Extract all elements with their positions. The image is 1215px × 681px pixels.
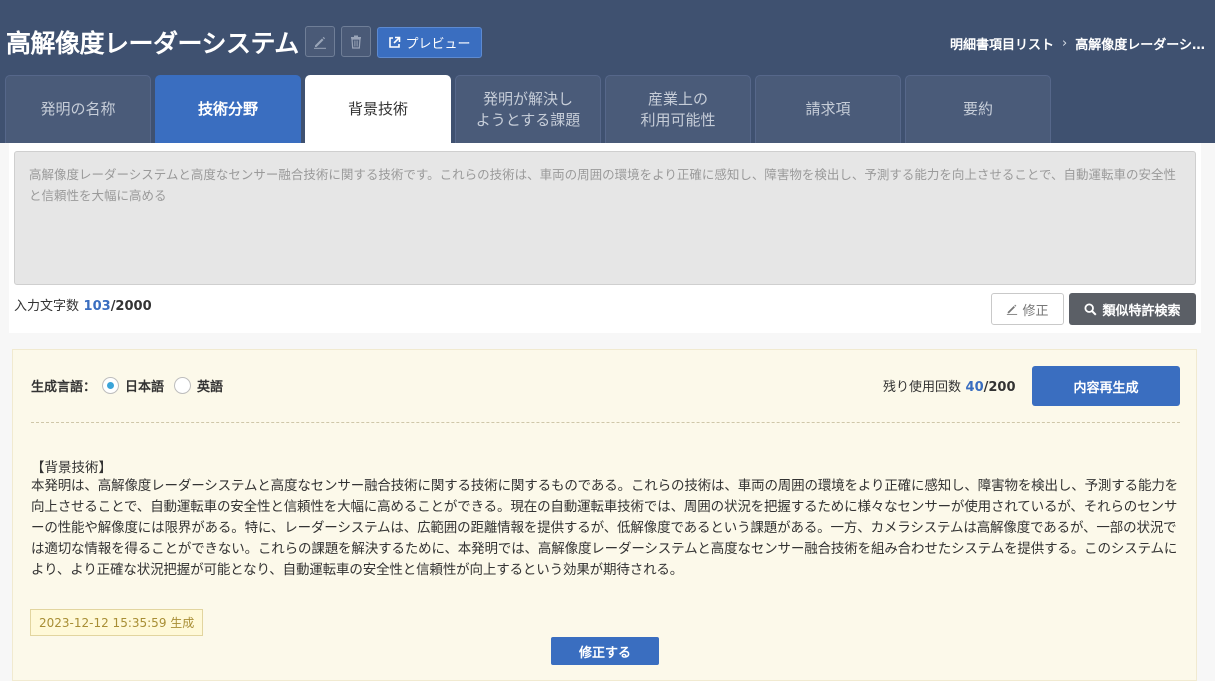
breadcrumb-parent[interactable]: 明細書項目リスト bbox=[950, 34, 1054, 53]
tab-label: 技術分野 bbox=[197, 100, 258, 119]
regenerate-button[interactable]: 内容再生成 bbox=[1032, 366, 1180, 406]
external-link-icon bbox=[389, 36, 401, 48]
radio-english-label[interactable]: 英語 bbox=[197, 376, 223, 395]
breadcrumb: 明細書項目リスト › 高解像度レーダーシ… bbox=[950, 34, 1205, 53]
trash-icon bbox=[351, 35, 361, 49]
page-title: 高解像度レーダーシステム bbox=[6, 29, 299, 58]
tab-invention-name[interactable]: 発明の名称 bbox=[5, 75, 151, 143]
breadcrumb-separator: › bbox=[1062, 36, 1068, 51]
tab-background-art[interactable]: 背景技術 bbox=[305, 75, 451, 143]
radio-japanese[interactable] bbox=[102, 377, 120, 394]
pencil-icon bbox=[314, 36, 326, 49]
search-icon bbox=[1084, 302, 1097, 316]
tab-claims[interactable]: 請求項 bbox=[755, 75, 901, 143]
radio-japanese-label[interactable]: 日本語 bbox=[125, 376, 164, 395]
result-body: 本発明は、高解像度レーダーシステムと高度なセンサー融合技術に関する技術に関するも… bbox=[31, 478, 1179, 578]
preview-button[interactable]: プレビュー bbox=[377, 27, 482, 58]
pencil-icon bbox=[1007, 304, 1018, 315]
input-char-count: 入力文字数 103/2000 bbox=[14, 295, 152, 314]
tab-label: 要約 bbox=[962, 100, 993, 119]
char-count-max: /2000 bbox=[110, 299, 152, 314]
generated-timestamp-badge: 2023-12-12 15:35:59 生成 bbox=[30, 609, 204, 636]
tab-label: 請求項 bbox=[805, 100, 851, 119]
tab-label: 発明の名称 bbox=[40, 100, 116, 119]
language-label: 生成言語： bbox=[31, 380, 97, 395]
edit-button-label: 修正 bbox=[1022, 303, 1049, 319]
remaining-uses: 残り使用回数 40/200 bbox=[883, 376, 1016, 395]
background-input-field[interactable]: 高解像度レーダーシステムと高度なセンサー融合技術に関する技術です。これらの技術は… bbox=[14, 151, 1196, 285]
radio-english[interactable] bbox=[174, 377, 192, 394]
delete-button[interactable] bbox=[341, 26, 371, 57]
edit-button[interactable]: 修正 bbox=[991, 293, 1064, 325]
tab-technical-field[interactable]: 技術分野 bbox=[155, 75, 301, 143]
result-heading: 【背景技術】 bbox=[31, 460, 112, 476]
edit-title-button[interactable] bbox=[305, 26, 335, 57]
remaining-current: 40 bbox=[965, 380, 984, 395]
tab-abstract[interactable]: 要約 bbox=[905, 75, 1051, 143]
app-header: 高解像度レーダーシステム プレビュー 明細書項目リスト › 高解像度レーダーシ…… bbox=[0, 0, 1215, 143]
char-count-current: 103 bbox=[83, 299, 111, 314]
dashed-divider bbox=[31, 422, 1180, 423]
tab-label: 発明が解決し ようとする課題 bbox=[475, 90, 581, 129]
language-selector: 生成言語： 日本語 英語 bbox=[31, 376, 227, 395]
similar-patent-search-button[interactable]: 類似特許検索 bbox=[1069, 293, 1196, 325]
tab-industrial-applicability[interactable]: 産業上の 利用可能性 bbox=[605, 75, 751, 143]
remaining-label: 残り使用回数 bbox=[883, 380, 962, 395]
remaining-max: /200 bbox=[983, 380, 1016, 395]
tab-label: 背景技術 bbox=[347, 100, 408, 119]
breadcrumb-current: 高解像度レーダーシ… bbox=[1075, 38, 1205, 53]
search-button-label: 類似特許検索 bbox=[1102, 303, 1181, 319]
char-count-label: 入力文字数 bbox=[14, 299, 80, 314]
tab-problem-to-solve[interactable]: 発明が解決し ようとする課題 bbox=[455, 75, 601, 143]
tab-label: 産業上の 利用可能性 bbox=[640, 90, 716, 129]
fix-button[interactable]: 修正する bbox=[551, 637, 659, 665]
preview-label: プレビュー bbox=[405, 37, 471, 52]
